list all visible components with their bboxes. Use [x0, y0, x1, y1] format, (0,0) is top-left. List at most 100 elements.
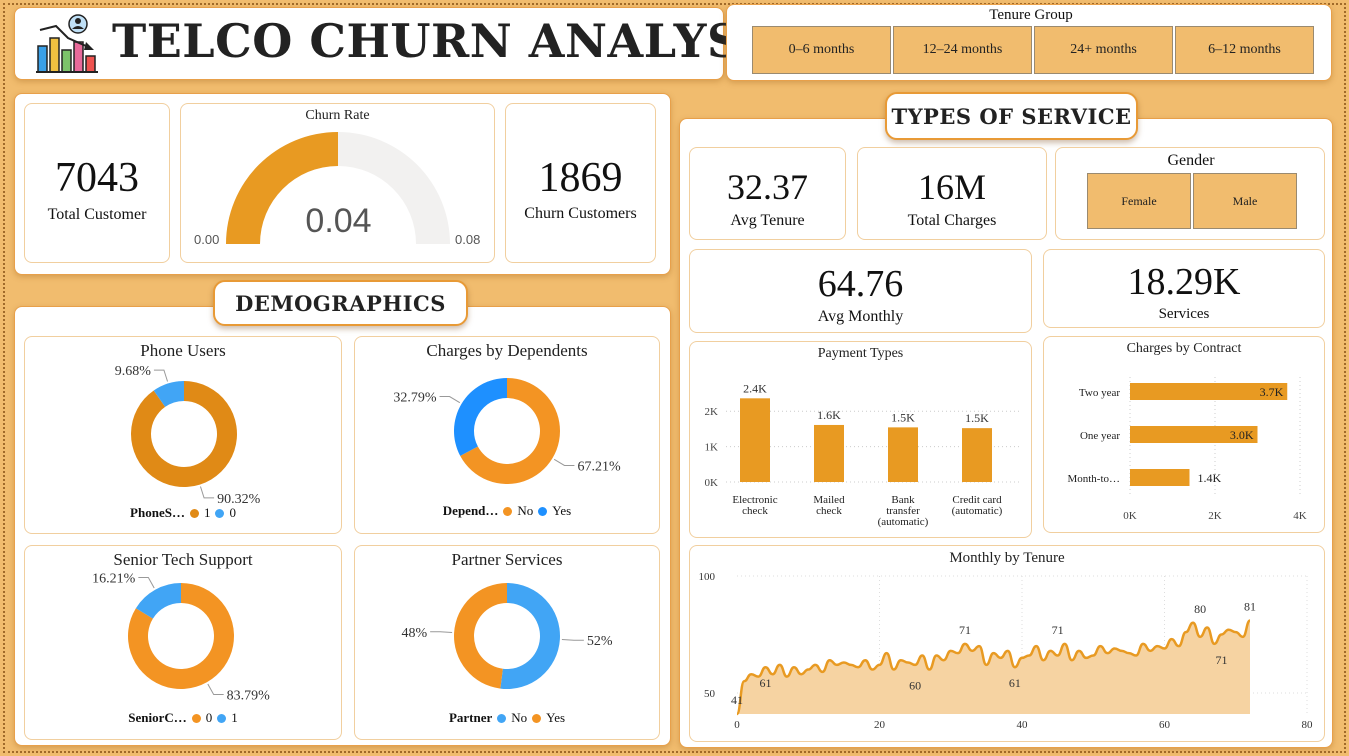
churn-customers-value: 1869	[538, 155, 623, 201]
data-annotation: 71	[959, 623, 971, 637]
total-customer-card: 7043 Total Customer	[24, 103, 170, 263]
legend-label-yes: Yes	[552, 503, 572, 518]
legend-dot-yes	[532, 713, 542, 723]
y-tick-label: 2K	[705, 406, 719, 418]
gauge-min-label: 0.00	[194, 232, 220, 247]
legend-dot-1	[217, 713, 227, 723]
x-tick-label: 0K	[1123, 510, 1137, 522]
payment-bar[interactable]	[962, 428, 992, 482]
avg-tenure-value: 32.37	[727, 167, 808, 207]
donut-data-label: 9.68%	[115, 364, 152, 379]
data-annotation: 80	[1194, 602, 1206, 616]
total-charges-label: Total Charges	[907, 212, 997, 229]
tenure-option-0-6[interactable]: 0–6 months	[752, 26, 891, 74]
y-tick-label: Two year	[1079, 387, 1120, 399]
tenure-option-6-12[interactable]: 6–12 months	[1175, 26, 1314, 74]
legend-dot-no	[503, 506, 513, 516]
leader-line	[199, 486, 215, 499]
charges-contract-chart: 0K 2K 4K Two year 3.7K One year 3.0K Month-to… 1…	[1067, 377, 1307, 522]
donut-data-label: 32.79%	[393, 391, 437, 406]
services-card: 18.29K Services	[1043, 249, 1325, 328]
y-tick-label: 50	[704, 688, 716, 700]
x-tick-label: (automatic)	[878, 516, 929, 528]
leader-line	[561, 638, 584, 641]
y-tick-label: 1K	[705, 442, 719, 454]
legend-label-0: 0	[229, 505, 236, 520]
tenure-slicer-title: Tenure Group	[989, 7, 1073, 23]
leader-line	[207, 683, 224, 695]
legend-label-no: No	[517, 503, 534, 518]
charges-dependents-legend: Depend… No Yes	[355, 503, 659, 519]
partner-services-legend: Partner No Yes	[355, 710, 659, 726]
leader-line	[153, 369, 169, 382]
dashboard-title: TELCO CHURN ANALYSIS	[112, 14, 797, 68]
total-charges-card: 16M Total Charges	[857, 147, 1047, 240]
x-tick-label: 0	[734, 719, 740, 731]
bar-data-label: 2.4K	[743, 381, 767, 395]
bar-data-label: 3.0K	[1230, 428, 1254, 442]
data-annotation: 71	[1052, 623, 1064, 637]
legend-dot-0	[191, 713, 201, 723]
bar-data-label: 1.6K	[817, 408, 841, 422]
donut-data-label: 16.21%	[92, 572, 136, 587]
demographics-heading: DEMOGRAPHICS	[213, 280, 468, 326]
gender-option-male[interactable]: Male	[1193, 173, 1297, 229]
tenure-option-12-24[interactable]: 12–24 months	[893, 26, 1032, 74]
x-tick-label: 4K	[1293, 510, 1307, 522]
total-charges-value: 16M	[917, 167, 986, 207]
payment-types-card: Payment Types 0K 1K 2K 2.4K Electronic check 1…	[689, 341, 1032, 538]
phone-users-legend: PhoneS… 1 0	[25, 505, 341, 521]
donut-data-label: 83.79%	[227, 688, 270, 703]
leader-line	[553, 458, 575, 466]
avg-monthly-label: Avg Monthly	[817, 308, 904, 325]
donut-data-label: 52%	[587, 634, 613, 649]
data-annotation: 41	[731, 693, 743, 707]
legend-title: SeniorC…	[128, 710, 187, 725]
churn-customers-label: Churn Customers	[524, 205, 637, 222]
x-tick-label: 40	[1017, 719, 1029, 731]
legend-label-1: 1	[231, 710, 238, 725]
x-tick-label: 20	[874, 719, 886, 731]
legend-title: PhoneS…	[130, 505, 185, 520]
gauge-max-label: 0.08	[455, 232, 481, 247]
x-tick-label: check	[742, 505, 768, 517]
services-value: 18.29K	[1127, 261, 1241, 303]
leader-line	[439, 396, 461, 404]
senior-tech-card: Senior Tech Support 83.79% 16.21% SeniorC…	[24, 545, 342, 740]
y-tick-label: Month-to…	[1067, 473, 1120, 485]
contract-bar[interactable]	[1130, 469, 1190, 486]
avg-tenure-label: Avg Tenure	[730, 212, 805, 229]
payment-bar[interactable]	[888, 427, 918, 482]
charges-contract-card: Charges by Contract 0K 2K 4K Two year 3.7K On…	[1043, 336, 1325, 533]
charges-dependents-card: Charges by Dependents 67.21% 32.79% Depen…	[354, 336, 660, 534]
y-tick-label: 100	[699, 571, 716, 583]
legend-label-1: 1	[203, 505, 211, 520]
donut-slice-no[interactable]	[500, 583, 560, 689]
churn-customers-card: 1869 Churn Customers	[505, 103, 656, 263]
leader-line	[430, 631, 453, 634]
donut-slice-yes[interactable]	[454, 378, 507, 456]
churn-rate-card: Churn Rate 0.00 0.08 0.04	[180, 103, 495, 263]
payment-bar[interactable]	[740, 398, 770, 482]
gender-option-female[interactable]: Female	[1087, 173, 1191, 229]
payment-types-chart: 0K1K2K2.4KElectroniccheck1.6KMailedcheck…	[705, 381, 1022, 528]
bar-data-label: 1.4K	[1198, 471, 1222, 485]
x-tick-label: check	[816, 505, 842, 517]
data-annotation: 71	[1216, 653, 1228, 667]
gauge-value: 0.04	[305, 202, 372, 240]
legend-dot-0	[215, 508, 225, 518]
payment-bar[interactable]	[814, 424, 844, 482]
legend-label-yes: Yes	[546, 710, 566, 725]
data-annotation: 81	[1244, 599, 1256, 613]
senior-tech-legend: SeniorC… 0 1	[25, 710, 341, 726]
monthly-tenure-chart: 0 20 40 60 80 50 100 41 61 60 71 61 71 80 71 81	[699, 571, 1314, 731]
y-tick-label: 0K	[705, 477, 719, 489]
donut-data-label: 48%	[401, 626, 427, 641]
donut-slice-yes[interactable]	[453, 583, 507, 689]
gender-slicer-title: Gender	[1167, 152, 1215, 169]
total-customer-value: 7043	[55, 155, 139, 201]
gender-slicer-card: Gender Female Male	[1055, 147, 1325, 240]
tenure-option-24-plus[interactable]: 24+ months	[1034, 26, 1173, 74]
x-tick-label: (automatic)	[952, 505, 1003, 517]
donut-data-label: 67.21%	[577, 459, 621, 474]
